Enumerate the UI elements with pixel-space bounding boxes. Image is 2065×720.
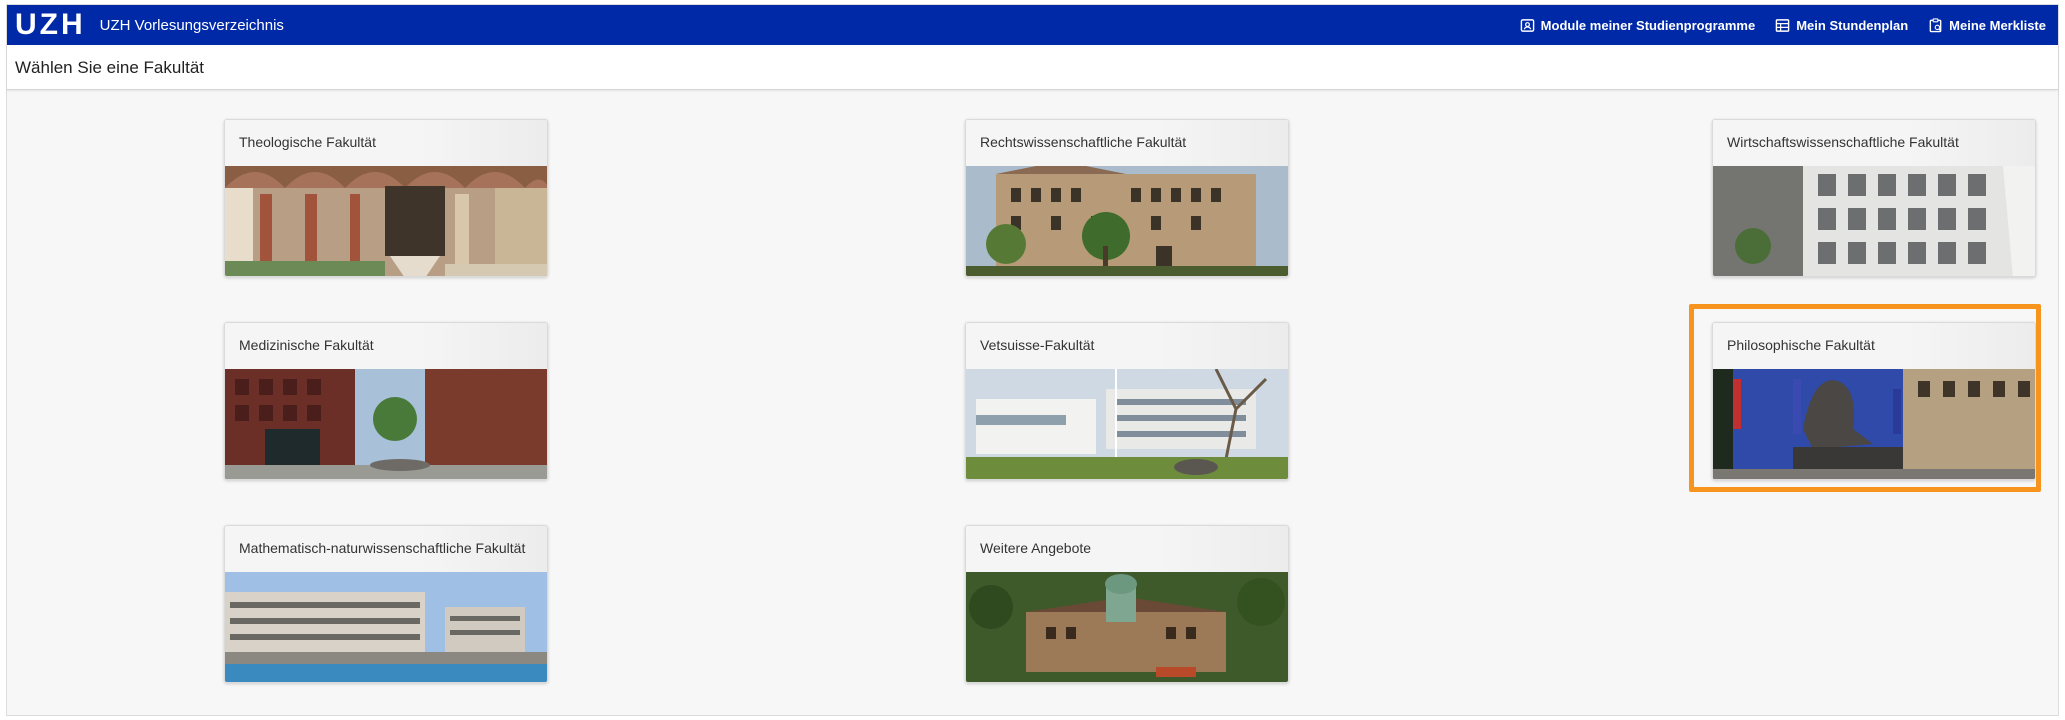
faculty-photo (966, 572, 1288, 682)
tile-title: Mathematisch-naturwissenschaftliche Faku… (225, 526, 547, 572)
app-frame: UZH UZH Vorlesungsverzeichnis Module mei… (6, 4, 2059, 716)
tile-medizinische-fakultaet[interactable]: Medizinische Fakultät (224, 322, 548, 480)
tile-weitere-angebote[interactable]: Weitere Angebote (965, 525, 1289, 683)
tile-title: Medizinische Fakultät (225, 323, 547, 369)
tile-title: Rechtswissenschaftliche Fakultät (966, 120, 1288, 166)
tile-mathematisch-naturwissenschaftliche-fakultaet[interactable]: Mathematisch-naturwissenschaftliche Faku… (224, 525, 548, 683)
nav-label: Mein Stundenplan (1796, 17, 1909, 33)
nav-module-meiner-studienprogramme[interactable]: Module meiner Studienprogramme (1520, 17, 1756, 33)
tile-rechtswissenschaftliche-fakultaet[interactable]: Rechtswissenschaftliche Fakultät (965, 119, 1289, 277)
nav-meine-merkliste[interactable]: Meine Merkliste (1928, 18, 2046, 33)
tile-title: Theologische Fakultät (225, 120, 547, 166)
sub-header: Wählen Sie eine Fakultät (7, 45, 2058, 90)
faculty-photo (225, 369, 547, 479)
nav-mein-stundenplan[interactable]: Mein Stundenplan (1775, 18, 1908, 33)
tile-title: Wirtschaftswissenschaftliche Fakultät (1713, 120, 2035, 166)
tile-wirtschaftswissenschaftliche-fakultaet[interactable]: Wirtschaftswissenschaftliche Fakultät (1712, 119, 2036, 277)
app-title[interactable]: UZH Vorlesungsverzeichnis (100, 17, 284, 34)
faculty-photo (225, 166, 547, 276)
faculty-photo (966, 166, 1288, 276)
calendar-table-icon (1775, 18, 1790, 32)
faculty-photo (966, 369, 1288, 479)
tile-theologische-fakultaet[interactable]: Theologische Fakultät (224, 119, 548, 277)
page-title: Wählen Sie eine Fakultät (15, 58, 204, 77)
faculty-photo (1713, 369, 2035, 479)
tile-title: Philosophische Fakultät (1713, 323, 2035, 369)
id-card-icon (1520, 18, 1534, 32)
top-nav: Module meiner Studienprogramme Mein Stun… (1520, 5, 2046, 45)
top-bar: UZH UZH Vorlesungsverzeichnis Module mei… (7, 5, 2058, 45)
uzh-logo[interactable]: UZH (15, 5, 86, 45)
clipboard-icon (1929, 17, 1942, 32)
nav-label: Module meiner Studienprogramme (1540, 17, 1756, 33)
faculty-photo (1713, 166, 2035, 276)
faculty-photo (225, 572, 547, 682)
tile-vetsuisse-fakultaet[interactable]: Vetsuisse-Fakultät (965, 322, 1289, 480)
tile-title: Vetsuisse-Fakultät (966, 323, 1288, 369)
tile-title: Weitere Angebote (966, 526, 1288, 572)
nav-label: Meine Merkliste (1949, 17, 2046, 33)
tile-philosophische-fakultaet[interactable]: Philosophische Fakultät (1712, 322, 2036, 480)
